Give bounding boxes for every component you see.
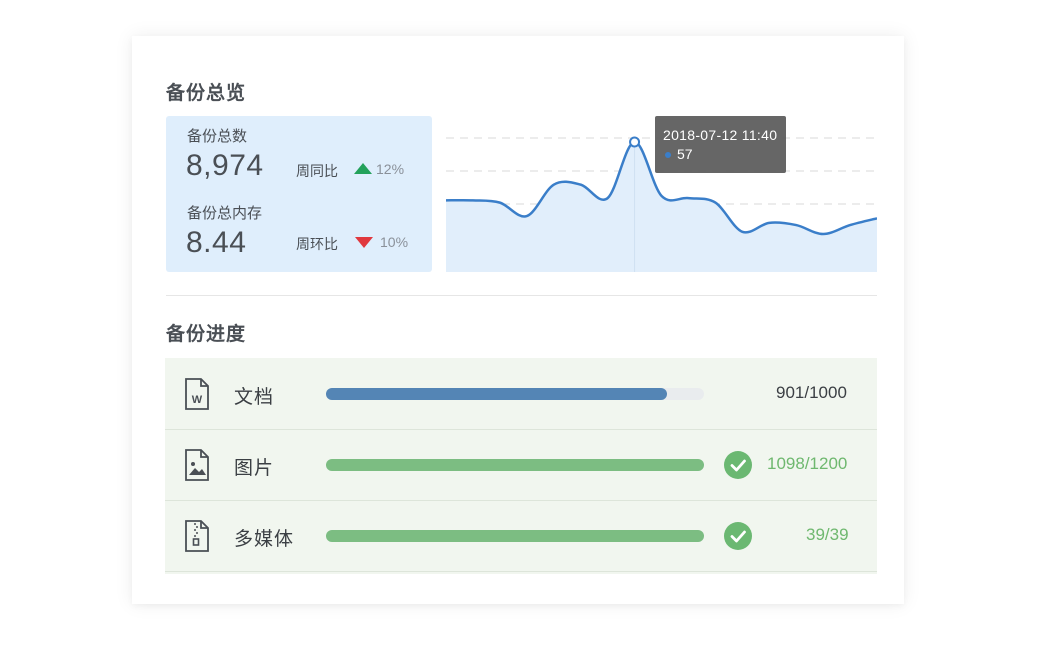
total-storage-label: 备份总内存	[187, 205, 263, 222]
image-file-icon	[185, 449, 209, 481]
svg-text:W: W	[192, 394, 203, 406]
progress-count: 901/1000	[776, 383, 847, 402]
total-count-label: 备份总数	[187, 128, 248, 145]
trend-down-icon	[355, 237, 373, 248]
progress-fill	[326, 388, 667, 400]
progress-count: 1098/1200	[767, 454, 848, 473]
progress-row-media[interactable]: 多媒体 39/39	[165, 500, 877, 572]
check-circle-icon	[724, 522, 752, 550]
tooltip-value: 57	[677, 146, 693, 162]
progress-item-name: 多媒体	[234, 529, 295, 550]
total-count-value: 8,974	[186, 149, 264, 182]
progress-fill	[326, 459, 704, 471]
progress-item-name: 文档	[234, 387, 275, 408]
week-mom-value: 10%	[380, 234, 409, 250]
progress-row-documents[interactable]: W 文档 901/1000	[165, 358, 877, 430]
progress-fill	[326, 530, 704, 542]
total-storage-value: 8.44	[186, 226, 247, 259]
section-divider	[166, 295, 877, 296]
progress-panel: W 文档 901/1000 图片 1098/1200 多媒体 39/39	[165, 358, 877, 574]
tooltip-time: 2018-07-12 11:40	[663, 127, 778, 143]
week-yoy-label: 周同比	[296, 163, 338, 179]
trend-up-icon	[354, 163, 372, 174]
progress-item-name: 图片	[234, 458, 275, 479]
overview-stats-box: 备份总数 8,974 周同比 12% 备份总内存 8.44 周环比 10%	[166, 116, 432, 272]
progress-track	[326, 388, 704, 400]
week-yoy-value: 12%	[376, 161, 405, 177]
progress-title: 备份进度	[166, 324, 247, 345]
zip-file-icon	[185, 520, 209, 552]
week-mom-label: 周环比	[296, 236, 338, 252]
chart-tooltip: 2018-07-12 11:40 57	[655, 116, 786, 173]
check-circle-icon	[724, 451, 752, 479]
tooltip-series-dot	[665, 152, 671, 158]
progress-row-images[interactable]: 图片 1098/1200	[165, 429, 877, 501]
progress-count: 39/39	[806, 525, 849, 544]
word-document-icon: W	[185, 378, 209, 410]
overview-title: 备份总览	[166, 83, 247, 104]
progress-track	[326, 459, 704, 471]
chart-highlight-point	[629, 136, 641, 148]
progress-track	[326, 530, 704, 542]
